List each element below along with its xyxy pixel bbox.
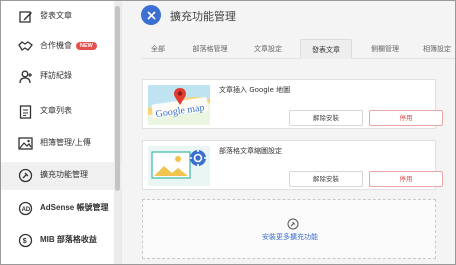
plugin-card-thumbnail-settings: 部落格文章縮圖設定 解除安裝 停用 xyxy=(142,140,443,190)
plugin-card-google-map: Google map 文章插入 Google 地圖 解除安裝 停用 xyxy=(142,79,443,129)
plugin-icon xyxy=(287,215,299,230)
sidebar-item-label: 文章列表 xyxy=(40,106,72,115)
sidebar-item-plugins[interactable]: 擴充功能管理 xyxy=(0,162,122,190)
sidebar-item-adsense[interactable]: AD AdSense 帳號管理 xyxy=(0,195,122,223)
tab-album-settings[interactable]: 相簿設定 xyxy=(418,39,456,59)
install-more-plugins[interactable]: 安裝更多擴充功能 xyxy=(142,199,436,259)
close-button[interactable] xyxy=(141,5,161,25)
sidebar-item-label: AdSense 帳號管理 xyxy=(40,203,109,212)
image-icon xyxy=(18,136,33,151)
plugin-icon xyxy=(18,168,33,183)
close-icon xyxy=(146,10,156,20)
tab-all[interactable]: 全部 xyxy=(144,39,172,59)
tab-sidebar-management[interactable]: 側欄管理 xyxy=(364,39,406,59)
sidebar-item-mib[interactable]: $ MIB 部落格收益 xyxy=(0,227,122,255)
sidebar-item-post-article[interactable]: 發表文章 xyxy=(0,3,122,31)
plugin-thumbnail: Google map xyxy=(148,85,210,125)
adsense-icon: AD xyxy=(18,201,33,216)
tab-blog-management[interactable]: 部落格管理 xyxy=(186,39,234,59)
sidebar-item-visit-log[interactable]: 拜訪紀錄 xyxy=(0,63,122,91)
user-plus-icon xyxy=(18,69,33,84)
sidebar-item-article-list[interactable]: 文章列表 xyxy=(0,98,122,126)
new-badge: NEW xyxy=(76,42,97,50)
sidebar-item-label: 合作機會 NEW xyxy=(40,40,97,51)
scrollbar-thumb[interactable] xyxy=(115,6,120,191)
tab-article-settings[interactable]: 文章設定 xyxy=(248,39,288,59)
page-title: 擴充功能管理 xyxy=(170,10,236,23)
mib-icon: $ xyxy=(18,233,33,248)
sidebar: 發表文章 合作機會 NEW 拜訪紀錄 文章列表 相簿管理/上傳 擴充功能管理 A… xyxy=(0,0,122,265)
sidebar-item-label: MIB 部落格收益 xyxy=(40,235,97,244)
edit-icon xyxy=(18,9,33,24)
sidebar-item-label: 相簿管理/上傳 xyxy=(40,138,91,147)
disable-button[interactable]: 停用 xyxy=(369,171,443,187)
svg-text:$: $ xyxy=(23,238,27,245)
tab-post-article[interactable]: 發表文章 xyxy=(300,39,352,59)
uninstall-button[interactable]: 解除安裝 xyxy=(289,171,363,187)
sidebar-item-cooperation[interactable]: 合作機會 NEW xyxy=(0,33,122,61)
category-tabs: 全部 部落格管理 文章設定 發表文章 側欄管理 相簿設定 xyxy=(142,39,456,59)
sidebar-item-label: 拜訪紀錄 xyxy=(40,71,72,80)
uninstall-button[interactable]: 解除安裝 xyxy=(289,110,363,126)
plugin-title: 文章插入 Google 地圖 xyxy=(219,86,291,94)
sidebar-item-album[interactable]: 相簿管理/上傳 xyxy=(0,130,122,158)
list-icon xyxy=(18,104,33,119)
install-more-label[interactable]: 安裝更多擴充功能 xyxy=(143,232,437,242)
handshake-icon xyxy=(18,39,33,54)
main-panel: 擴充功能管理 全部 部落格管理 文章設定 發表文章 側欄管理 相簿設定 Goog… xyxy=(122,0,456,265)
plugin-title: 部落格文章縮圖設定 xyxy=(219,147,282,155)
disable-button[interactable]: 停用 xyxy=(369,110,443,126)
sidebar-item-label: 擴充功能管理 xyxy=(40,170,88,179)
sidebar-item-label: 發表文章 xyxy=(40,11,72,20)
sidebar-scrollbar[interactable] xyxy=(114,0,121,265)
svg-text:AD: AD xyxy=(22,207,31,213)
plugin-thumbnail xyxy=(148,146,210,186)
